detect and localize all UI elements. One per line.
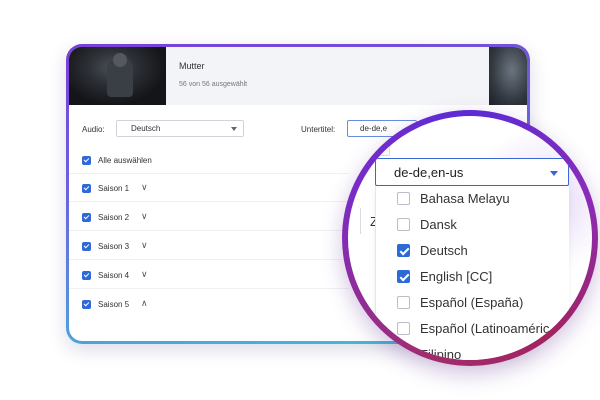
- season-label: Saison 2: [98, 213, 130, 222]
- magnified-subtitle-label: l:: [352, 170, 359, 185]
- magnifier-lens: l: Z de-de,en-us Bahasa Melayu Dansk Deu…: [342, 110, 598, 366]
- language-option-label: Filipino: [420, 347, 462, 360]
- divider: [69, 230, 349, 231]
- season-row[interactable]: Saison 4 ∨: [82, 268, 382, 286]
- thumbnail-figure-head: [113, 53, 127, 67]
- divider: [69, 259, 349, 260]
- language-checkbox[interactable]: [397, 218, 410, 231]
- caret-down-icon[interactable]: [550, 171, 558, 176]
- select-all-row[interactable]: Alle auswählen: [82, 153, 382, 171]
- season-checkbox[interactable]: [82, 184, 91, 193]
- language-option-label: English [CC]: [420, 269, 493, 284]
- subtitle-label: Untertitel:: [301, 125, 336, 134]
- subtitle-select-value: de-de,e: [360, 124, 388, 133]
- season-row[interactable]: Saison 5 ∧: [82, 297, 382, 315]
- caret-down-icon: [231, 127, 237, 131]
- season-row[interactable]: Saison 1 ∨: [82, 181, 382, 199]
- season-label: Saison 3: [98, 242, 130, 251]
- language-checkbox[interactable]: [397, 296, 410, 309]
- episode-header: Mutter 56 von 56 ausgewählt: [69, 47, 527, 105]
- language-option[interactable]: Español (Latinoaméric: [376, 316, 566, 342]
- season-row[interactable]: Saison 3 ∨: [82, 239, 382, 257]
- episode-thumbnail-secondary: [489, 47, 527, 105]
- language-option[interactable]: Español (España): [376, 290, 566, 316]
- season-label: Saison 1: [98, 184, 130, 193]
- chevron-down-icon[interactable]: ∨: [141, 240, 148, 251]
- audio-select[interactable]: Deutsch: [116, 120, 244, 137]
- select-all-label: Alle auswählen: [98, 156, 152, 165]
- audio-select-value: Deutsch: [131, 124, 161, 133]
- language-checkbox[interactable]: [397, 270, 410, 283]
- language-option-label: Dansk: [420, 217, 457, 232]
- language-option-label: Deutsch: [420, 243, 468, 258]
- chevron-down-icon[interactable]: ∨: [141, 182, 148, 193]
- divider: [69, 201, 349, 202]
- chevron-down-icon[interactable]: ∨: [141, 211, 148, 222]
- magnified-field-edge: [354, 142, 390, 156]
- language-option[interactable]: Dansk: [376, 212, 566, 238]
- season-checkbox[interactable]: [82, 271, 91, 280]
- divider: [360, 208, 361, 234]
- language-option[interactable]: English [CC]: [376, 264, 566, 290]
- season-label: Saison 5: [98, 300, 130, 309]
- season-row[interactable]: Saison 2 ∨: [82, 210, 382, 228]
- season-label: Saison 4: [98, 271, 130, 280]
- language-option-label: Español (España): [420, 295, 524, 310]
- language-checkbox[interactable]: [397, 348, 410, 360]
- magnified-subtitle-select-value: de-de,en-us: [394, 165, 464, 180]
- language-option-label: Español (Latinoaméric: [420, 321, 550, 336]
- audio-label: Audio:: [82, 125, 105, 134]
- language-option[interactable]: Deutsch: [376, 238, 566, 264]
- season-checkbox[interactable]: [82, 300, 91, 309]
- language-checkbox[interactable]: [397, 322, 410, 335]
- subtitle-language-dropdown: Bahasa Melayu Dansk Deutsch English [CC]…: [375, 186, 569, 360]
- language-checkbox[interactable]: [397, 192, 410, 205]
- magnifier-content: l: Z de-de,en-us Bahasa Melayu Dansk Deu…: [348, 116, 592, 360]
- language-checkbox[interactable]: [397, 244, 410, 257]
- episode-title: Mutter: [179, 61, 205, 71]
- season-checkbox[interactable]: [82, 242, 91, 251]
- episode-selection-count: 56 von 56 ausgewählt: [179, 81, 248, 88]
- select-all-checkbox[interactable]: [82, 156, 91, 165]
- divider: [69, 288, 349, 289]
- episode-thumbnail: [69, 47, 166, 105]
- language-option-label: Bahasa Melayu: [420, 191, 510, 206]
- divider: [69, 173, 349, 174]
- magnified-subtitle-select[interactable]: de-de,en-us: [375, 158, 569, 186]
- season-checkbox[interactable]: [82, 213, 91, 222]
- chevron-up-icon[interactable]: ∧: [141, 298, 148, 309]
- chevron-down-icon[interactable]: ∨: [141, 269, 148, 280]
- language-option[interactable]: Filipino: [376, 342, 566, 360]
- language-option[interactable]: Bahasa Melayu: [376, 186, 566, 212]
